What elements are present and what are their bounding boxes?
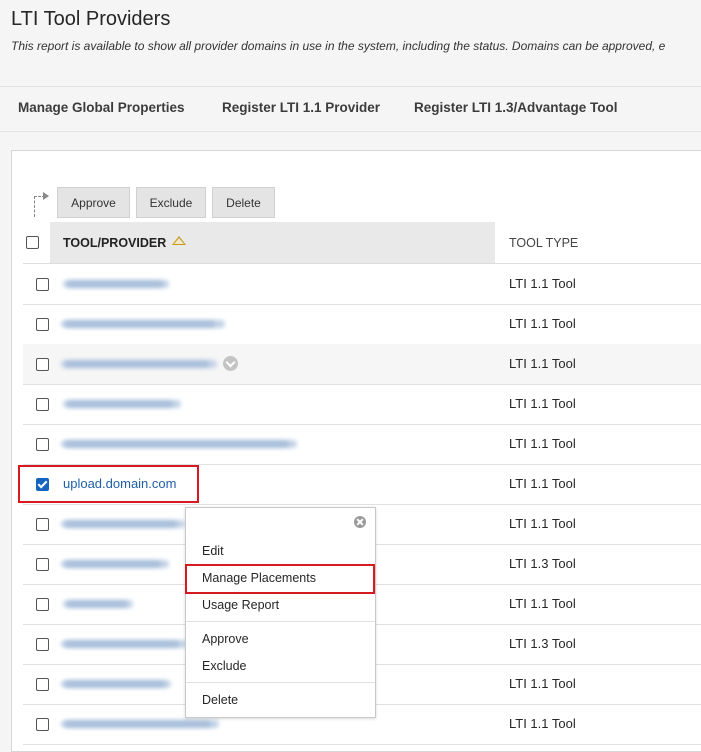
tool-type: LTI 1.1 Tool	[509, 676, 576, 691]
page-title: LTI Tool Providers	[11, 8, 171, 30]
page-description: This report is available to show all pro…	[11, 39, 666, 53]
tool-type: LTI 1.1 Tool	[509, 276, 576, 291]
row-checkbox[interactable]	[36, 398, 49, 411]
table-row[interactable]: LTI 1.1 Tool	[23, 424, 701, 465]
top-navigation: Manage Global Properties Register LTI 1.…	[0, 86, 701, 132]
table-row[interactable]: LTI 1.1 Tool	[23, 384, 701, 425]
exclude-button[interactable]: Exclude	[136, 187, 206, 218]
tool-type: LTI 1.3 Tool	[509, 636, 576, 651]
context-menu: Edit Manage Placements Usage Report Appr…	[185, 507, 376, 718]
table-row[interactable]: LTI 1.1 Tool	[23, 264, 701, 305]
table-row[interactable]: LTI 1.1 Tool	[23, 344, 701, 385]
menu-divider	[186, 621, 375, 622]
menu-item-delete[interactable]: Delete	[202, 693, 238, 707]
approve-button[interactable]: Approve	[57, 187, 130, 218]
register-lti11-provider-link[interactable]: Register LTI 1.1 Provider	[222, 100, 380, 115]
tool-type: LTI 1.1 Tool	[509, 396, 576, 411]
tool-type: LTI 1.1 Tool	[509, 516, 576, 531]
row-checkbox[interactable]	[36, 358, 49, 371]
row-checkbox[interactable]	[36, 718, 49, 731]
sort-ascending-icon[interactable]	[172, 236, 186, 245]
tool-type: LTI 1.1 Tool	[509, 436, 576, 451]
tool-type: LTI 1.1 Tool	[509, 356, 576, 371]
tool-type: LTI 1.3 Tool	[509, 556, 576, 571]
manage-placements-highlight	[185, 564, 375, 594]
register-lti13-tool-link[interactable]: Register LTI 1.3/Advantage Tool	[414, 100, 618, 115]
tool-type: LTI 1.1 Tool	[509, 596, 576, 611]
row-checkbox[interactable]	[36, 678, 49, 691]
menu-item-usage-report[interactable]: Usage Report	[202, 598, 279, 612]
row-checkbox[interactable]	[36, 518, 49, 531]
selected-row-highlight	[18, 465, 199, 503]
menu-divider	[186, 682, 375, 683]
bulk-action-arrow-icon	[34, 192, 49, 217]
row-options-chevron-icon[interactable]	[223, 356, 238, 371]
delete-button[interactable]: Delete	[212, 187, 275, 218]
menu-item-exclude[interactable]: Exclude	[202, 659, 246, 673]
row-checkbox[interactable]	[36, 598, 49, 611]
select-all-checkbox[interactable]	[26, 236, 39, 249]
menu-item-edit[interactable]: Edit	[202, 544, 224, 558]
row-checkbox[interactable]	[36, 438, 49, 451]
row-checkbox[interactable]	[36, 318, 49, 331]
row-checkbox[interactable]	[36, 558, 49, 571]
row-checkbox[interactable]	[36, 638, 49, 651]
menu-item-approve[interactable]: Approve	[202, 632, 249, 646]
tool-provider-header[interactable]: TOOL/PROVIDER	[63, 236, 166, 250]
close-icon[interactable]	[354, 516, 366, 528]
tool-type: LTI 1.1 Tool	[509, 716, 576, 731]
row-checkbox[interactable]	[36, 278, 49, 291]
tool-type-header[interactable]: TOOL TYPE	[509, 236, 578, 250]
tool-type: LTI 1.1 Tool	[509, 476, 576, 491]
manage-global-properties-link[interactable]: Manage Global Properties	[18, 100, 185, 115]
tool-type: LTI 1.1 Tool	[509, 316, 576, 331]
table-row[interactable]: LTI 1.1 Tool	[23, 304, 701, 345]
